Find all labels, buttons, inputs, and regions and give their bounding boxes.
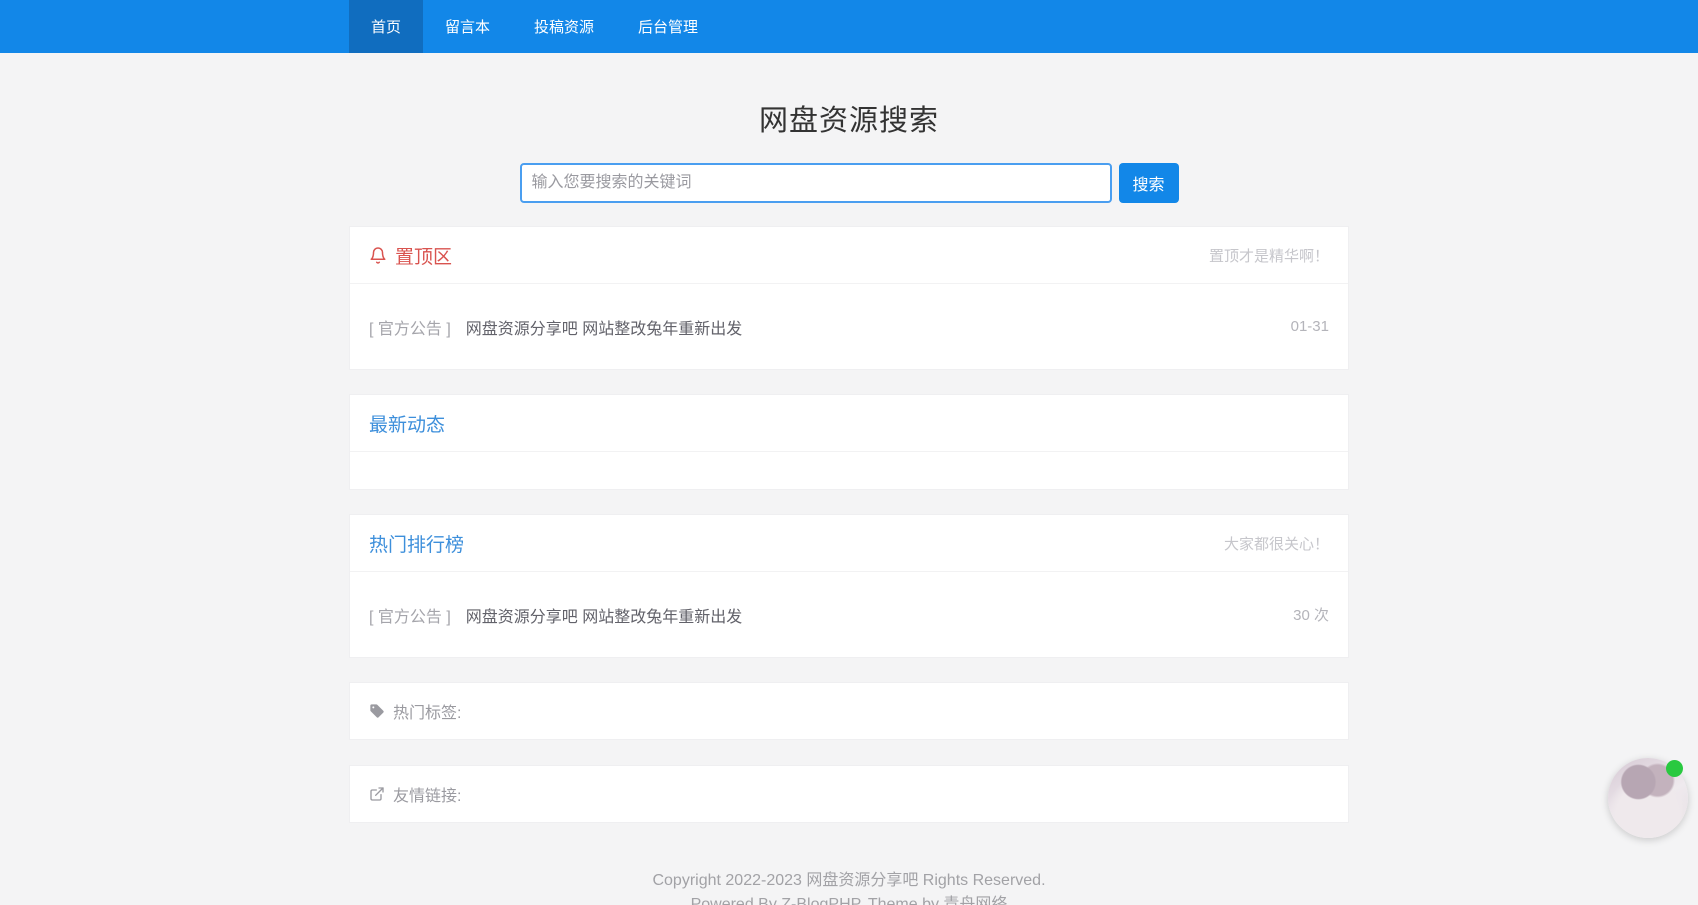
main-content: 置顶区 置顶才是精华啊！ [ 官方公告 ] 网盘资源分享吧 网站整改兔年重新出发… <box>349 226 1349 823</box>
post-category-link[interactable]: [ 官方公告 ] <box>369 315 451 339</box>
hot-row: [ 官方公告 ] 网盘资源分享吧 网站整改兔年重新出发 30 次 <box>350 571 1348 657</box>
hot-tags-strip: 热门标签: <box>349 682 1349 740</box>
hot-header: 热门排行榜 大家都很关心！ <box>350 515 1348 571</box>
top-navbar-inner: 首页 留言本 投稿资源 后台管理 <box>349 0 1349 53</box>
pinned-section: 置顶区 置顶才是精华啊！ [ 官方公告 ] 网盘资源分享吧 网站整改兔年重新出发… <box>349 226 1349 370</box>
post-date: 01-31 <box>1291 318 1329 335</box>
search-input[interactable] <box>520 163 1112 203</box>
online-status-dot <box>1666 760 1683 777</box>
latest-empty-row <box>350 451 1348 489</box>
latest-title: 最新动态 <box>369 410 445 437</box>
post-title-link[interactable]: 网盘资源分享吧 网站整改兔年重新出发 <box>466 315 742 339</box>
footer-copyright: Copyright 2022-2023 网盘资源分享吧 Rights Reser… <box>0 869 1698 893</box>
nav-item-submit-resource[interactable]: 投稿资源 <box>512 0 616 53</box>
friend-links-strip: 友情链接: <box>349 765 1349 823</box>
latest-title-text: 最新动态 <box>369 410 445 437</box>
post-view-count: 30 次 <box>1293 604 1329 625</box>
post-title-link[interactable]: 网盘资源分享吧 网站整改兔年重新出发 <box>466 603 742 627</box>
hot-section: 热门排行榜 大家都很关心！ [ 官方公告 ] 网盘资源分享吧 网站整改兔年重新出… <box>349 514 1349 658</box>
search-button[interactable]: 搜索 <box>1119 163 1179 203</box>
pinned-header: 置顶区 置顶才是精华啊！ <box>350 227 1348 283</box>
page-title: 网盘资源搜索 <box>0 97 1698 139</box>
hot-hint: 大家都很关心！ <box>1224 533 1329 554</box>
friend-links-label: 友情链接: <box>393 782 461 806</box>
hot-tags-label: 热门标签: <box>393 699 461 723</box>
pinned-row: [ 官方公告 ] 网盘资源分享吧 网站整改兔年重新出发 01-31 <box>350 283 1348 369</box>
external-link-icon <box>369 786 385 802</box>
latest-header: 最新动态 <box>350 395 1348 451</box>
pinned-hint: 置顶才是精华啊！ <box>1209 245 1329 266</box>
bell-icon <box>369 246 387 265</box>
nav-item-guestbook[interactable]: 留言本 <box>423 0 512 53</box>
post-category-link[interactable]: [ 官方公告 ] <box>369 603 451 627</box>
pinned-title: 置顶区 <box>369 242 452 269</box>
latest-section: 最新动态 <box>349 394 1349 490</box>
nav-item-home[interactable]: 首页 <box>349 0 423 53</box>
nav-item-admin[interactable]: 后台管理 <box>616 0 720 53</box>
tag-icon <box>369 703 385 719</box>
search-bar: 搜索 <box>0 163 1698 203</box>
pinned-title-text: 置顶区 <box>395 242 452 269</box>
top-navbar: 首页 留言本 投稿资源 后台管理 <box>0 0 1698 53</box>
hot-title: 热门排行榜 <box>369 530 464 557</box>
hot-title-text: 热门排行榜 <box>369 530 464 557</box>
footer-powered-by: Powered By Z-BlogPHP. Theme by 青舟网络 <box>0 893 1698 905</box>
chat-widget[interactable] <box>1608 758 1688 838</box>
footer: Copyright 2022-2023 网盘资源分享吧 Rights Reser… <box>0 848 1698 905</box>
